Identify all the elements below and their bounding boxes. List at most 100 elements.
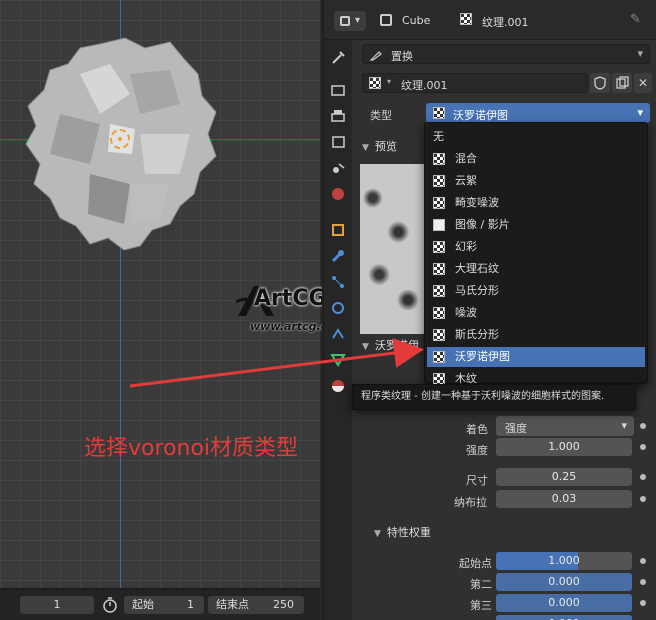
tab-material[interactable] xyxy=(328,376,348,396)
feature-weight-slider[interactable]: 0.000 xyxy=(496,573,632,591)
checker-icon xyxy=(433,153,445,165)
end-frame-field[interactable]: 结束点 250 xyxy=(208,596,304,614)
feature-weights-title: 特性权重 xyxy=(386,526,431,539)
texture-preview-image xyxy=(360,164,424,334)
properties-header: ▾ Cube 纹理.001 ✎ xyxy=(324,0,656,40)
physics-icon xyxy=(332,302,344,314)
feature-weight-slider[interactable]: 1.000 xyxy=(496,552,632,570)
type-menu-item[interactable]: 幻彩 xyxy=(427,237,645,257)
object-icon xyxy=(332,224,344,236)
unlink-texture-button[interactable]: ✕ xyxy=(634,73,652,93)
object-data-icon xyxy=(380,14,392,26)
nabla-slider[interactable]: 0.03 xyxy=(496,490,632,508)
keyframe-dot-icon[interactable] xyxy=(640,579,646,585)
type-menu-item[interactable]: 无 xyxy=(427,127,645,147)
tab-particles[interactable] xyxy=(328,272,348,292)
world-icon xyxy=(332,188,344,200)
keyframe-dot-icon[interactable] xyxy=(640,558,646,564)
tab-physics[interactable] xyxy=(328,298,348,318)
checker-icon xyxy=(433,307,445,319)
type-menu-item[interactable]: 大理石纹 xyxy=(427,259,645,279)
feature-weights-panel-header[interactable]: ▼ 特性权重 xyxy=(374,524,431,540)
checker-icon xyxy=(433,329,445,341)
collapse-triangle-icon: ▼ xyxy=(374,529,381,539)
type-menu-item[interactable]: 噪波 xyxy=(427,303,645,323)
type-menu-item-label: 马氏分形 xyxy=(455,284,499,297)
checker-icon xyxy=(433,241,445,253)
start-frame-field[interactable]: 起始 1 xyxy=(124,596,204,614)
mesh-data-icon xyxy=(330,354,346,367)
wrench-screwdriver-icon xyxy=(332,51,345,64)
keyframe-dot-icon[interactable] xyxy=(640,600,646,606)
size-value: 0.25 xyxy=(551,470,577,483)
type-menu-item[interactable]: 图像 / 影片 xyxy=(427,215,645,235)
type-menu-item[interactable]: 马氏分形 xyxy=(427,281,645,301)
tab-object[interactable] xyxy=(328,220,348,240)
type-menu-item[interactable]: 混合 xyxy=(427,149,645,169)
type-menu-item[interactable]: 畸变噪波 xyxy=(427,193,645,213)
keyframe-dot-icon[interactable] xyxy=(640,444,646,450)
coloring-value: 强度 xyxy=(505,422,527,435)
checker-icon xyxy=(433,263,445,275)
coloring-dropdown[interactable]: 强度 ▾ xyxy=(496,416,634,436)
end-frame-label: 结束点 xyxy=(216,598,249,611)
tab-object-data[interactable] xyxy=(328,350,348,370)
type-menu-item-label: 斯氏分形 xyxy=(455,328,499,341)
texture-mode-dropdown[interactable]: 置换 ▾ xyxy=(362,44,650,64)
object-origin-icon[interactable] xyxy=(110,129,130,149)
properties-tabs xyxy=(324,40,352,620)
intensity-slider[interactable]: 1.000 xyxy=(496,438,632,456)
editor-type-button[interactable]: ▾ xyxy=(334,11,366,31)
tab-render[interactable] xyxy=(328,80,348,100)
chevron-down-icon: ▾ xyxy=(387,77,392,86)
feature-weight-value: 1.000 xyxy=(548,554,580,567)
type-menu-item-label: 混合 xyxy=(455,152,477,165)
feature-weight-slider[interactable]: 0.000 xyxy=(496,594,632,612)
tab-scene[interactable] xyxy=(328,158,348,178)
type-menu-item[interactable]: 斯氏分形 xyxy=(427,325,645,345)
stopwatch-icon[interactable] xyxy=(100,595,120,615)
tab-modifiers[interactable] xyxy=(328,246,348,266)
constraint-icon xyxy=(332,328,344,339)
image-stack-icon xyxy=(332,136,345,148)
breadcrumb-object[interactable]: Cube xyxy=(402,14,430,27)
type-menu-item[interactable]: 云絮 xyxy=(427,171,645,191)
current-frame-field[interactable]: 1 xyxy=(20,596,94,614)
texture-type-menu: 无混合 云絮 畸变噪波 图像 / 影片 幻彩 大理石纹 马氏分形 噪波 斯氏分形 沃罗诺伊图 木纹 xyxy=(424,122,648,385)
keyframe-dot-icon[interactable] xyxy=(640,423,646,429)
preview-panel-header[interactable]: ▼ 预览 xyxy=(362,138,397,154)
texture-datablock-field[interactable]: ▾ 纹理.001 xyxy=(362,73,588,93)
size-slider[interactable]: 0.25 xyxy=(496,468,632,486)
tab-world[interactable] xyxy=(328,184,348,204)
type-menu-item-label: 无 xyxy=(433,130,444,143)
texture-type-dropdown[interactable]: 沃罗诺伊图 ▾ xyxy=(426,103,650,123)
fake-user-button[interactable] xyxy=(590,73,610,93)
type-label: 类型 xyxy=(370,109,392,122)
nabla-label: 纳布拉 xyxy=(454,496,487,509)
feature-weight-label: 第二 xyxy=(470,578,492,591)
duplicate-texture-button[interactable] xyxy=(612,73,632,93)
nabla-value: 0.03 xyxy=(551,492,577,505)
type-menu-item[interactable]: 沃罗诺伊图 xyxy=(427,347,645,367)
particles-icon xyxy=(332,276,344,288)
pin-icon[interactable]: ✎ xyxy=(630,12,641,27)
intensity-label: 强度 xyxy=(466,444,488,457)
wrench-icon xyxy=(331,250,344,263)
voronoi-panel-header[interactable]: ▼ 沃罗诺伊 xyxy=(362,337,419,353)
tab-output[interactable] xyxy=(328,106,348,126)
keyframe-dot-icon[interactable] xyxy=(640,474,646,480)
feature-weight-label: 起始点 xyxy=(459,557,492,570)
checker-icon xyxy=(433,197,445,209)
texture-type-value: 沃罗诺伊图 xyxy=(453,109,508,122)
close-icon: ✕ xyxy=(637,76,649,90)
feature-weight-slider[interactable]: 0.000 xyxy=(496,615,632,620)
keyframe-dot-icon[interactable] xyxy=(640,496,646,502)
breadcrumb-texture[interactable]: 纹理.001 xyxy=(482,14,529,30)
tab-tool[interactable] xyxy=(328,48,348,68)
start-frame-value: 1 xyxy=(187,598,194,611)
tab-constraints[interactable] xyxy=(328,324,348,344)
feature-weight-label: 第三 xyxy=(470,599,492,612)
tab-view-layer[interactable] xyxy=(328,132,348,152)
texture-type-tooltip: 程序类纹理 - 创建一种基于沃利噪波的细胞样式的图案. xyxy=(352,384,636,410)
chevron-down-icon: ▾ xyxy=(637,106,643,119)
